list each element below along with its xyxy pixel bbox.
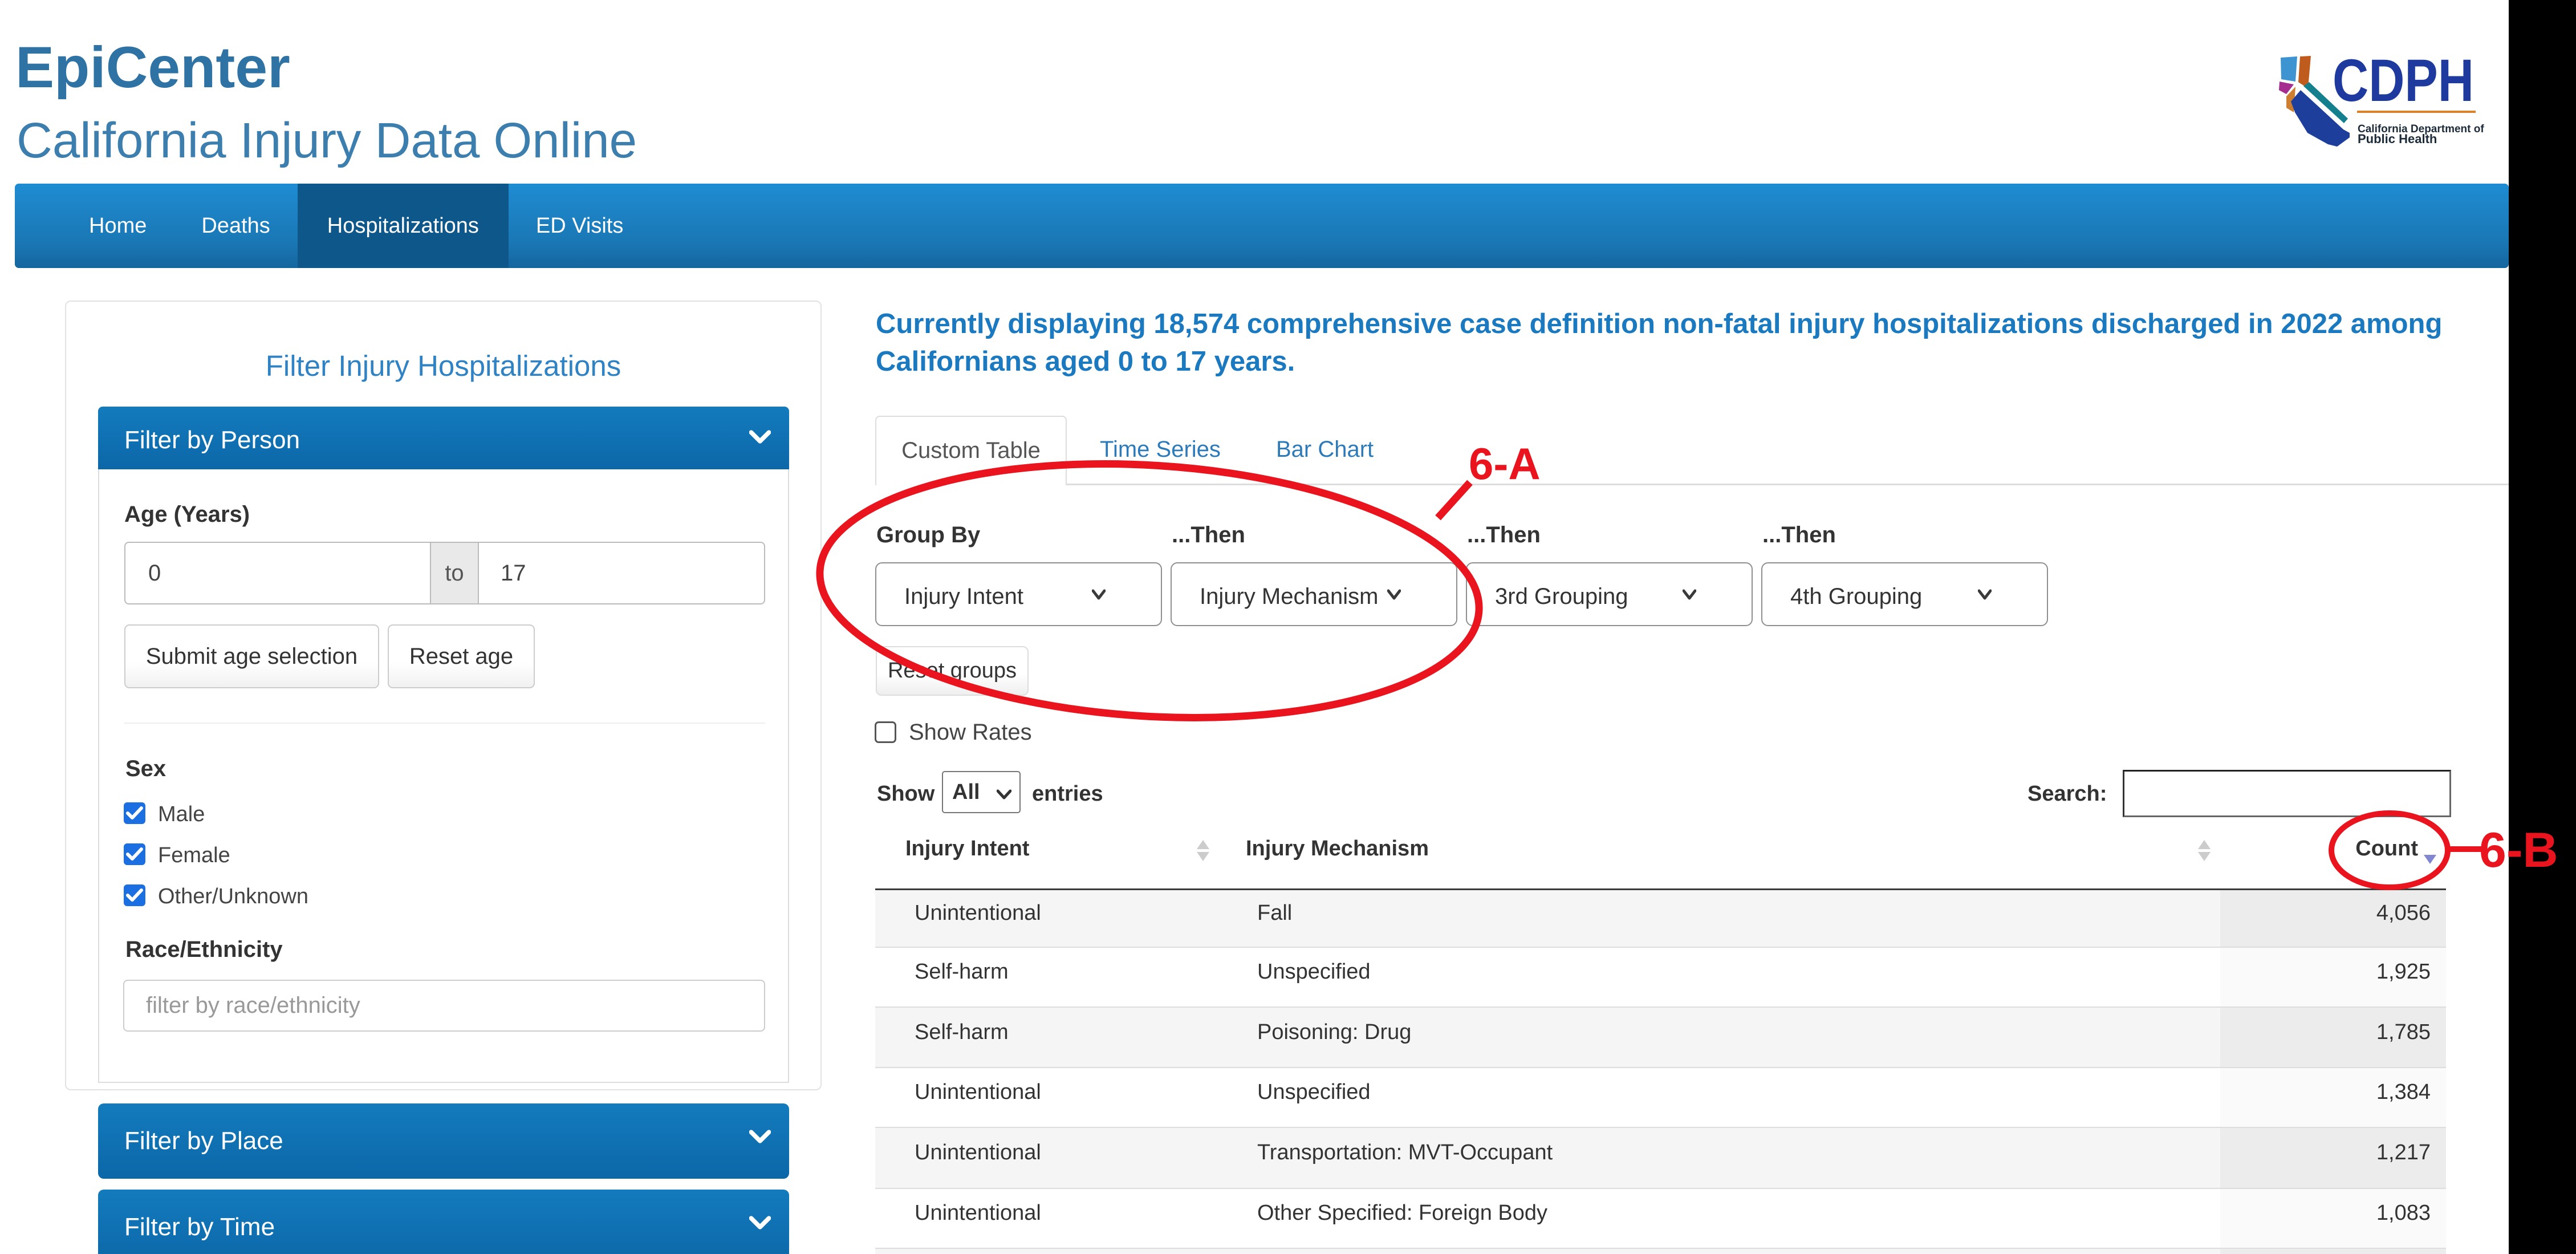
svg-text:6-A: 6-A: [1469, 439, 1541, 489]
svg-text:6-B: 6-B: [2479, 823, 2558, 878]
